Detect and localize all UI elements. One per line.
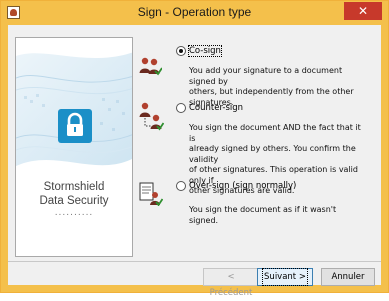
dialog-client-area: Stormshield Data Security .......... Co-…	[8, 25, 381, 298]
cancel-button[interactable]: Annuler	[321, 268, 375, 286]
next-button[interactable]: Suivant >	[257, 268, 313, 286]
two-signers-icon	[139, 57, 162, 76]
brand-dots: ..........	[54, 208, 94, 218]
co-sign-description-line: others, but independently from the other	[189, 87, 354, 96]
counter-signers-icon	[139, 102, 164, 131]
document-signer-icon	[139, 182, 163, 206]
brand-name: Stormshield Data Security	[16, 180, 132, 208]
previous-button[interactable]: < Précédent	[203, 268, 259, 298]
over-sign-label[interactable]: Over-sign (sign normally)	[189, 181, 296, 191]
over-sign-radio[interactable]	[176, 181, 186, 191]
dialog-window: Sign - Operation type ✕ Stormshield Data…	[0, 0, 389, 298]
counter-sign-radio[interactable]	[176, 103, 186, 113]
co-sign-radio[interactable]	[176, 46, 186, 56]
cancel-button-label: Annuler	[331, 272, 365, 282]
brand-line-1: Stormshield	[43, 181, 105, 193]
close-button[interactable]: ✕	[344, 2, 382, 20]
window-title: Sign - Operation type	[137, 5, 252, 19]
over-sign-description-line: You sign the document as if it wasn't si…	[189, 205, 337, 225]
padlock-icon	[58, 109, 92, 143]
banner-artwork	[16, 38, 132, 256]
over-sign-description: You sign the document as if it wasn't si…	[189, 205, 367, 226]
co-sign-description-line: You add your signature to a document sig…	[189, 66, 343, 86]
co-sign-description: You add your signature to a document sig…	[189, 66, 367, 108]
title-bar[interactable]: Sign - Operation type ✕	[1, 1, 388, 25]
button-separator	[8, 261, 381, 262]
counter-sign-description-line: already signed by others. You confirm th…	[189, 144, 356, 164]
counter-sign-label[interactable]: Counter-sign	[189, 103, 243, 113]
brand-line-2: Data Security	[39, 195, 109, 207]
counter-sign-description-line: You sign the document AND the fact that …	[189, 123, 361, 143]
co-sign-label[interactable]: Co-sign	[188, 45, 222, 57]
previous-button-label: < Précédent	[209, 272, 253, 298]
next-button-label: Suivant >	[262, 268, 308, 286]
brand-banner: Stormshield Data Security ..........	[15, 37, 133, 257]
